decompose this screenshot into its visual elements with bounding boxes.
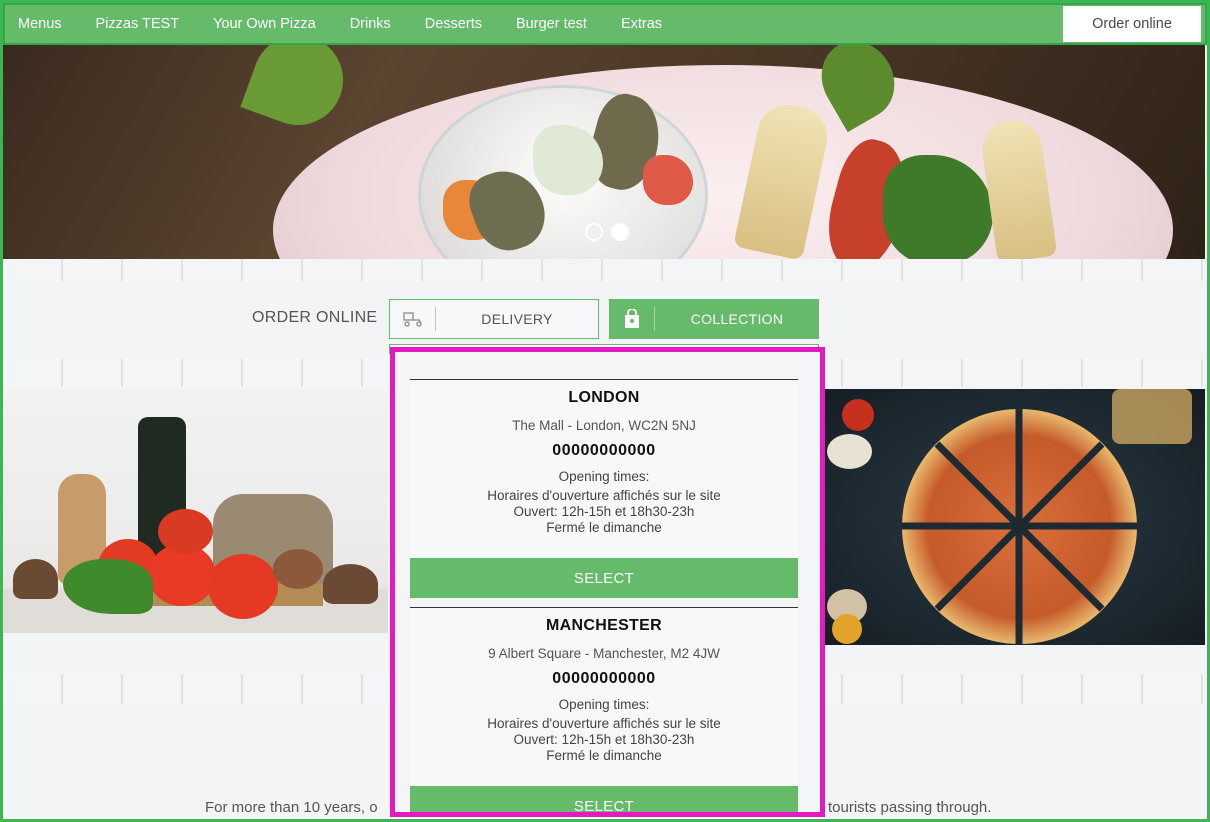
scooter-icon <box>390 307 436 331</box>
hero-food-image <box>643 155 693 205</box>
delivery-label: DELIVERY <box>481 311 553 327</box>
nav-item-desserts[interactable]: Desserts <box>408 5 499 43</box>
location-panel: LONDON The Mall - London, WC2N 5NJ 00000… <box>390 347 825 817</box>
mushroom-image <box>323 564 378 604</box>
location-name: LONDON <box>568 389 640 406</box>
about-text-right: tourists passing through. <box>828 799 992 816</box>
location-card-london: LONDON The Mall - London, WC2N 5NJ 00000… <box>410 379 798 598</box>
slider-dots <box>585 223 629 241</box>
location-card-manchester: MANCHESTER 9 Albert Square - Manchester,… <box>410 607 798 812</box>
location-phone: 00000000000 <box>552 670 656 687</box>
vegetables-image <box>3 389 388 633</box>
slider-dot[interactable] <box>585 223 603 241</box>
location-phone: 00000000000 <box>552 442 656 459</box>
select-london-button[interactable]: SELECT <box>410 558 798 598</box>
nav-item-menus[interactable]: Menus <box>5 5 79 43</box>
potato-image <box>273 549 323 589</box>
pizza-cuts <box>902 409 1137 644</box>
brick-band <box>3 259 1205 281</box>
pizza-image <box>822 389 1205 645</box>
location-address: The Mall - London, WC2N 5NJ <box>512 418 696 433</box>
order-online-label: ORDER ONLINE <box>252 309 378 326</box>
pepper-image <box>832 614 862 644</box>
select-manchester-button[interactable]: SELECT <box>410 786 798 812</box>
garlic-image <box>827 434 872 469</box>
collection-label: COLLECTION <box>690 311 784 327</box>
opening-times-line: Fermé le dimanche <box>546 520 662 535</box>
delivery-button[interactable]: DELIVERY <box>389 299 599 339</box>
nav-item-drinks[interactable]: Drinks <box>333 5 408 43</box>
opening-times-title: Opening times: <box>558 469 650 484</box>
beer-glass-image <box>1112 389 1192 444</box>
opening-times-line: Fermé le dimanche <box>546 748 662 763</box>
opening-times-line: Ouvert: 12h-15h et 18h30-23h <box>513 732 695 747</box>
order-online-button[interactable]: Order online <box>1063 6 1201 42</box>
nav-item-burger-test[interactable]: Burger test <box>499 5 604 43</box>
location-name: MANCHESTER <box>546 617 662 634</box>
opening-times-title: Opening times: <box>558 697 650 712</box>
opening-times-line: Ouvert: 12h-15h et 18h30-23h <box>513 504 695 519</box>
hero-herb-image <box>240 45 356 138</box>
shopping-bag-icon <box>609 307 655 331</box>
nav-item-pizzas-test[interactable]: Pizzas TEST <box>79 5 197 43</box>
opening-times-line: Horaires d'ouverture affichés sur le sit… <box>487 488 721 503</box>
nav-item-extras[interactable]: Extras <box>604 5 679 43</box>
tomato-image <box>208 554 278 619</box>
nav-item-your-own-pizza[interactable]: Your Own Pizza <box>196 5 333 43</box>
tomato-image <box>842 399 874 431</box>
tomato-image <box>158 509 213 554</box>
opening-times-line: Horaires d'ouverture affichés sur le sit… <box>487 716 721 731</box>
hero-slider <box>3 45 1205 259</box>
top-nav: Menus Pizzas TEST Your Own Pizza Drinks … <box>3 3 1207 45</box>
collection-button[interactable]: COLLECTION <box>609 299 819 339</box>
about-text-left: For more than 10 years, o <box>205 799 378 816</box>
slider-dot-active[interactable] <box>611 223 629 241</box>
mushroom-image <box>13 559 58 599</box>
location-address: 9 Albert Square - Manchester, M2 4JW <box>488 646 720 661</box>
